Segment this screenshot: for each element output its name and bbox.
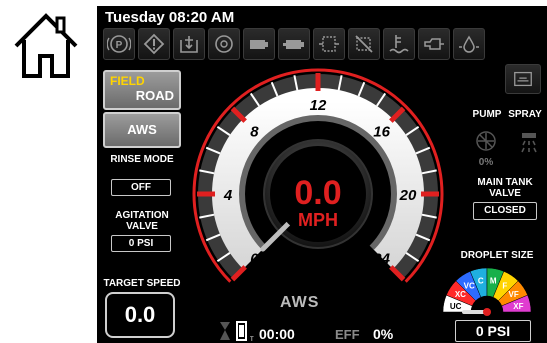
svg-text:P: P (116, 40, 123, 51)
droplet-needle-pivot (483, 308, 491, 316)
droplet-class-label: UC (450, 302, 462, 311)
fuel-injector-icon[interactable] (418, 28, 450, 60)
aws-button[interactable]: AWS (103, 112, 181, 148)
main-tank-valve-label: MAIN TANK VALVE (477, 177, 533, 199)
engine-service-icon[interactable] (173, 28, 205, 60)
droplet-class-label: C (478, 277, 484, 286)
efficiency-value: 0% (373, 326, 394, 342)
tick-label: 4 (223, 187, 233, 204)
spray-pressure: 0 PSI (455, 320, 531, 342)
droplet-class-label: VC (464, 281, 475, 290)
pump-icon[interactable] (475, 130, 497, 159)
tick-label: 20 (399, 187, 417, 204)
regen-inhibit-icon[interactable] (348, 28, 380, 60)
droplet-class-label: XC (455, 290, 466, 299)
target-speed-label: TARGET SPEED (103, 278, 181, 289)
tick-label: 16 (373, 123, 390, 140)
field-mode-label: FIELD (110, 74, 145, 88)
field-road-toggle[interactable]: FIELD ROAD (103, 70, 181, 110)
def-filter-icon[interactable] (313, 28, 345, 60)
parking-brake-icon[interactable]: P (103, 28, 135, 60)
tick-label: 0 (250, 251, 259, 268)
road-mode-label: ROAD (135, 88, 174, 103)
vehicle-display: Tuesday 08:20 AM P FIELD ROAD AWS RINSE … (97, 6, 547, 343)
elapsed-time: 00:00 (259, 326, 295, 342)
speed-unit: MPH (298, 210, 338, 230)
warning-icon[interactable] (138, 28, 170, 60)
rinse-mode-value[interactable]: OFF (111, 179, 171, 196)
battery-icon[interactable] (243, 28, 275, 60)
tick-label: 24 (372, 251, 390, 268)
indicator-bar: P (103, 28, 485, 62)
droplet-class-label: XF (513, 302, 523, 311)
droplet-class-label: VF (508, 290, 518, 299)
main-tank-valve-value[interactable]: CLOSED (473, 202, 537, 220)
battery-2-icon[interactable] (278, 28, 310, 60)
droplet-size-gauge: UC XCVCC MFVF XF (442, 267, 532, 318)
home-icon[interactable] (10, 8, 82, 80)
agitation-valve-value[interactable]: 0 PSI (111, 235, 171, 252)
droplet-class-label: M (490, 277, 497, 286)
rinse-mode-label: RINSE MODE (110, 154, 174, 165)
speed-value: 0.0 (294, 174, 341, 212)
drive-mode-label: AWS (280, 294, 320, 311)
oil-pressure-icon[interactable] (453, 28, 485, 60)
pump-percent: 0% (478, 157, 494, 168)
efficiency-label: EFF (335, 327, 360, 342)
svg-text:T: T (250, 337, 254, 342)
hourglass-icon: T (217, 320, 257, 343)
tick-label: 12 (310, 97, 327, 114)
transmission-icon[interactable] (208, 28, 240, 60)
droplet-class-label: F (502, 281, 507, 290)
target-speed-value[interactable]: 0.0 (105, 292, 175, 338)
spray-icon[interactable] (517, 130, 541, 159)
boom-icon[interactable] (505, 64, 541, 94)
date-time: Tuesday 08:20 AM (105, 9, 235, 26)
pump-label: PUMP (472, 109, 502, 120)
speedometer: 0 4 8 12 16 20 24 0.0 MPH (192, 68, 444, 283)
agitation-valve-label: AGITATION VALVE (115, 210, 169, 232)
coolant-level-icon[interactable] (383, 28, 415, 60)
spray-label: SPRAY (508, 109, 542, 120)
tick-label: 8 (250, 123, 259, 140)
